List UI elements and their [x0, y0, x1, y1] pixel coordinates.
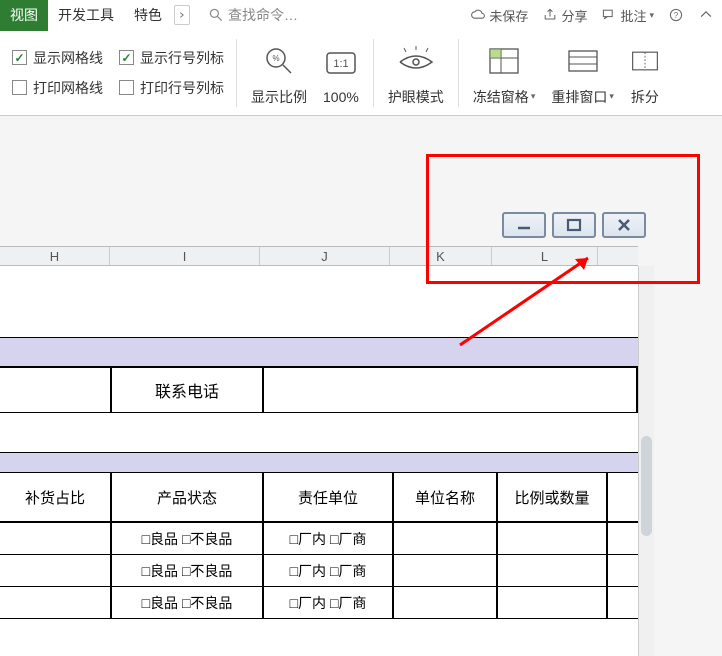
arrange-icon	[566, 46, 600, 76]
chevron-down-icon: ▾	[609, 91, 614, 102]
table-row[interactable]: □良品 □不良品 □厂内 □厂商	[0, 523, 638, 555]
grid-options-group: 显示网格线 显示行号列标 打印网格线 打印行号列标	[6, 44, 230, 102]
share-button[interactable]: 分享	[542, 6, 587, 25]
annotate-button[interactable]: 批注 ▾	[601, 6, 654, 25]
header-restock-ratio: 补货占比	[0, 473, 112, 521]
show-gridlines-checkbox[interactable]	[12, 50, 27, 65]
help-button[interactable]: ?	[668, 7, 684, 23]
zoom-icon: %	[262, 44, 296, 78]
cloud-icon	[470, 7, 486, 23]
col-header[interactable]: I	[110, 247, 260, 265]
table-row[interactable]: □良品 □不良品 □厂内 □厂商	[0, 555, 638, 587]
close-icon	[615, 218, 633, 232]
freeze-panes-button[interactable]: 冻结窗格▾	[465, 37, 544, 109]
minimize-icon	[514, 218, 534, 232]
header-unit-name: 单位名称	[394, 473, 498, 521]
minimize-button[interactable]	[502, 212, 546, 238]
tab-devtools[interactable]: 开发工具	[48, 0, 124, 31]
unsaved-status[interactable]: 未保存	[470, 6, 528, 25]
ribbon-tabs: 视图 开发工具 特色 查找命令… 未保存 分享 批注 ▾ ?	[0, 0, 722, 30]
chevron-down-icon: ▾	[649, 10, 654, 21]
table-header-row: 补货占比 产品状态 责任单位 单位名称 比例或数量	[0, 473, 638, 523]
col-header[interactable]: H	[0, 247, 110, 265]
column-headers: H I J K L	[0, 246, 638, 266]
svg-text:?: ?	[674, 11, 679, 20]
contact-phone-label: 联系电话	[112, 368, 264, 412]
maximize-icon	[565, 218, 583, 232]
onetoone-icon: 1:1	[324, 48, 358, 78]
workbook-window-controls	[502, 212, 646, 238]
rearrange-windows-button[interactable]: 重排窗口▾	[543, 37, 622, 109]
col-header[interactable]: K	[390, 247, 492, 265]
zoom-100-button[interactable]: 1:1 100%	[315, 39, 367, 107]
header-responsible-unit: 责任单位	[264, 473, 394, 521]
annotate-icon	[601, 7, 617, 23]
eye-icon	[396, 46, 436, 76]
print-rowcol-checkbox[interactable]	[119, 80, 134, 95]
command-search[interactable]: 查找命令…	[208, 5, 298, 25]
chevron-down-icon: ▾	[531, 91, 536, 102]
tabs-more-button[interactable]	[174, 5, 190, 25]
freeze-icon	[487, 46, 521, 76]
tab-view[interactable]: 视图	[0, 0, 48, 31]
col-header[interactable]: L	[492, 247, 598, 265]
vertical-scrollbar[interactable]	[638, 266, 654, 656]
ribbon-toolbar: 显示网格线 显示行号列标 打印网格线 打印行号列标 % 显示比例 1:1 100…	[0, 30, 722, 116]
svg-text:%: %	[272, 54, 279, 63]
collapse-ribbon-button[interactable]	[698, 7, 714, 23]
split-icon	[630, 46, 660, 76]
share-icon	[542, 7, 558, 23]
header-ratio-qty: 比例或数量	[498, 473, 608, 521]
svg-text:1:1: 1:1	[333, 58, 348, 70]
close-button[interactable]	[602, 212, 646, 238]
print-gridlines-checkbox[interactable]	[12, 80, 27, 95]
maximize-button[interactable]	[552, 212, 596, 238]
show-rowcol-checkbox[interactable]	[119, 50, 134, 65]
zoom-ratio-button[interactable]: % 显示比例	[243, 37, 315, 109]
chevron-up-icon	[698, 7, 714, 23]
col-header[interactable]: J	[260, 247, 390, 265]
scrollbar-thumb[interactable]	[641, 436, 652, 536]
header-product-status: 产品状态	[112, 473, 264, 521]
help-icon: ?	[668, 7, 684, 23]
spreadsheet-area[interactable]: 联系电话 补货占比 产品状态 责任单位 单位名称 比例或数量 □良品 □不良品 …	[0, 266, 638, 656]
search-icon	[208, 7, 224, 23]
eye-mode-button[interactable]: 护眼模式	[380, 37, 452, 109]
split-window-button[interactable]: 拆分	[622, 37, 660, 109]
table-row[interactable]: □良品 □不良品 □厂内 □厂商	[0, 587, 638, 619]
tab-features[interactable]: 特色	[124, 0, 172, 31]
